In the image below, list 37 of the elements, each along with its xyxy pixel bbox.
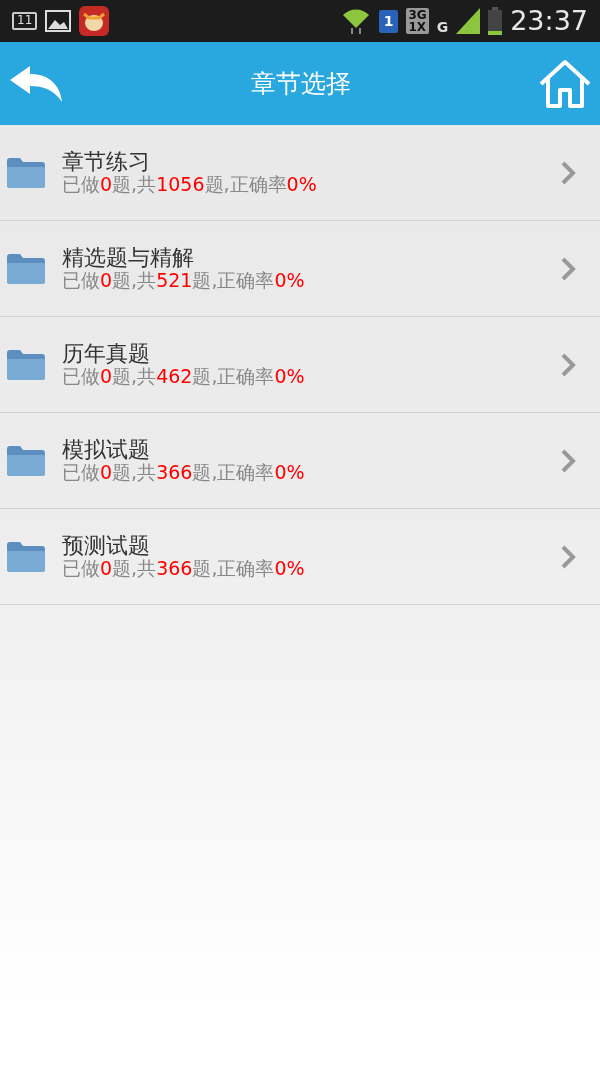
chevron-right-icon [560,447,576,474]
chapter-stats: 已做0题,共1056题,正确率0% [62,174,318,197]
page-title: 章节选择 [251,67,351,100]
image-icon [45,10,72,32]
folder-icon [6,444,46,477]
chevron-right-icon [560,255,576,282]
app-icon [79,6,110,36]
folder-icon [6,540,46,573]
chevron-right-icon [560,351,576,378]
folder-icon [6,348,46,381]
clock: 23:37 [510,3,588,38]
chapter-row[interactable]: 章节练习 已做0题,共1056题,正确率0% [0,125,600,221]
chapter-row[interactable]: 预测试题 已做0题,共366题,正确率0% [0,509,600,605]
chapter-row[interactable]: 精选题与精解 已做0题,共521题,正确率0% [0,221,600,317]
chapter-stats: 已做0题,共366题,正确率0% [62,462,306,485]
signal-icon [456,8,481,34]
chapter-title: 模拟试题 [62,436,151,463]
chapter-row[interactable]: 模拟试题 已做0题,共366题,正确率0% [0,413,600,509]
back-button[interactable] [8,63,64,104]
chapter-title: 历年真题 [62,340,151,367]
chapter-row[interactable]: 历年真题 已做0题,共462题,正确率0% [0,317,600,413]
home-button[interactable] [538,58,592,109]
chapter-title: 精选题与精解 [62,244,195,271]
battery-icon [488,7,503,35]
folder-icon [6,156,46,189]
chapter-stats: 已做0题,共462题,正确率0% [62,366,306,389]
chevron-right-icon [560,543,576,570]
chapter-stats: 已做0题,共366题,正确率0% [62,558,306,581]
folder-icon [6,252,46,285]
notification-count: 11 [12,12,38,30]
network-indicator: 3G 1X [406,8,429,34]
chevron-right-icon [560,159,576,186]
network-type: G [436,18,449,37]
chapter-stats: 已做0题,共521题,正确率0% [62,270,306,293]
chapter-title: 预测试题 [62,532,151,559]
sim-card-icon: 1 [378,9,399,33]
chapter-title: 章节练习 [62,148,151,175]
